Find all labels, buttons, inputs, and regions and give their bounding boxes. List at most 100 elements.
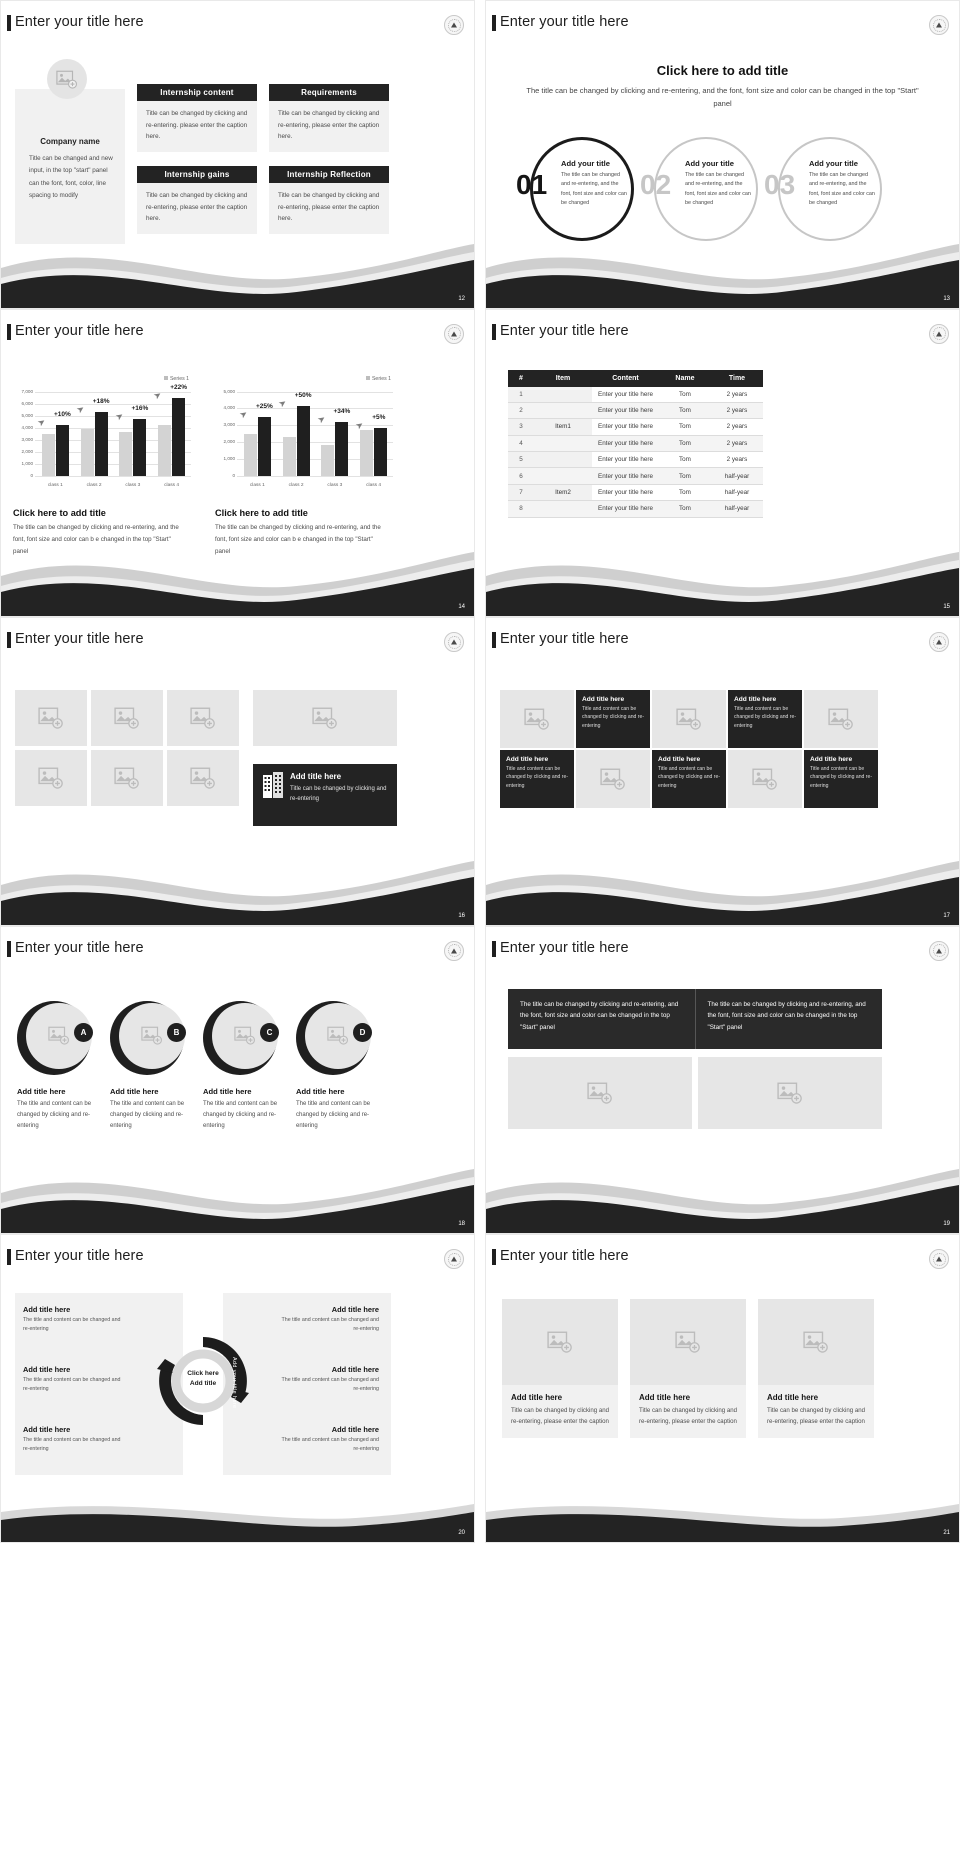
image-placeholder[interactable] — [502, 1299, 618, 1385]
compass-seal-icon — [929, 15, 949, 35]
avatar-circle[interactable]: C — [203, 1000, 279, 1075]
slide-17[interactable]: Enter your title here Add title here Titl… — [485, 617, 960, 926]
table-row[interactable]: 1 Enter your title here Tom 2 years — [508, 386, 763, 403]
slide-18[interactable]: Enter your title here A Add title here The… — [0, 925, 475, 1234]
bar-series1 — [335, 422, 349, 476]
page-number: 17 — [943, 912, 950, 919]
table-row[interactable]: 6 Enter your title here Tom half-year — [508, 467, 763, 485]
item-title: Add title here — [23, 1365, 71, 1374]
content-column[interactable]: Add title here Title can be changed by cl… — [758, 1299, 874, 1438]
image-placeholder[interactable] — [804, 690, 878, 748]
item-body: The title and content can be changed and… — [281, 1317, 379, 1332]
slide-cell-19: Enter your title here The title can be c… — [480, 925, 960, 1234]
compass-seal-icon — [444, 940, 464, 961]
content-column[interactable]: Add title here Title can be changed by cl… — [630, 1299, 746, 1438]
page-number: 16 — [458, 912, 465, 919]
text-card[interactable]: Add title here Title and content can be c… — [728, 690, 802, 748]
highlight-card[interactable]: Add title here Title can be changed by c… — [253, 764, 397, 826]
page-number: 20 — [458, 1529, 465, 1536]
image-placeholder[interactable] — [652, 690, 726, 748]
cell-index: 6 — [508, 467, 534, 485]
text-card[interactable]: Add title here Title and content can be c… — [652, 750, 726, 808]
title-accent-bar — [7, 1249, 11, 1265]
company-name: Company name — [40, 137, 100, 146]
page-title: Enter your title here — [500, 322, 629, 339]
info-card[interactable]: Internship content Title can be changed … — [137, 84, 257, 152]
item-title: Add title here — [23, 1305, 71, 1314]
slide-thumbnail-grid: Enter your title here Company name Title… — [0, 0, 960, 1543]
step-text-block: Add your title The title can be changed … — [561, 159, 627, 209]
bar-base — [158, 424, 172, 476]
text-card[interactable]: Add title here Title and content can be c… — [500, 750, 574, 808]
footer-wave — [1, 534, 474, 616]
slide-16[interactable]: Enter your title here Add title here Tit… — [0, 617, 475, 926]
cell-content[interactable]: Enter your title here — [592, 500, 659, 518]
avatar-circle[interactable]: D — [296, 1000, 372, 1075]
avatar-circle[interactable]: A — [17, 1000, 93, 1075]
item-title: Add title here — [110, 1086, 159, 1096]
table-row[interactable]: 5 Enter your title here Tom 2 years — [508, 451, 763, 469]
slide-19[interactable]: Enter your title here The title can be c… — [485, 925, 960, 1234]
cell-content[interactable]: Enter your title here — [592, 484, 659, 502]
image-placeholder[interactable] — [15, 750, 87, 806]
slide-13[interactable]: Enter your title here Click here to add … — [485, 0, 960, 309]
image-placeholder[interactable] — [167, 690, 239, 746]
image-placeholder[interactable] — [508, 1056, 692, 1129]
sub-heading: The title can be changed by clicking and… — [526, 86, 919, 108]
image-placeholder[interactable] — [500, 690, 574, 748]
info-card[interactable]: Requirements Title can be changed by cli… — [269, 84, 389, 152]
content-column[interactable]: Add title here Title can be changed by cl… — [502, 1299, 618, 1438]
text-card[interactable]: Add title here Title and content can be c… — [576, 690, 650, 748]
item-body: The title and content can be changed and… — [23, 1437, 121, 1452]
image-placeholder[interactable] — [91, 750, 163, 806]
info-card[interactable]: Internship gains Title can be changed by… — [137, 166, 257, 234]
table-row[interactable]: 8 Enter your title here Tom half-year — [508, 500, 763, 518]
image-placeholder[interactable] — [758, 1299, 874, 1385]
slide-20[interactable]: Enter your title here Add title here The … — [0, 1234, 475, 1543]
slide-cell-17: Enter your title here Add title here Titl… — [480, 617, 960, 926]
bar-group: +18% ➤ — [74, 392, 114, 476]
cell-content[interactable]: Enter your title here — [592, 467, 659, 485]
cell-index: 1 — [508, 386, 534, 403]
step-body: The title can be changed and re-entering… — [809, 172, 875, 207]
image-placeholder[interactable] — [91, 690, 163, 746]
image-placeholder[interactable] — [576, 750, 650, 808]
image-placeholder[interactable] — [167, 750, 239, 806]
cell-content[interactable]: Enter your title here — [592, 402, 659, 420]
slide-12[interactable]: Enter your title here Company name Title… — [0, 0, 475, 309]
cycle-diagram[interactable]: Click here Add title Add your title here — [153, 1331, 253, 1431]
table-row[interactable]: 2 Enter your title here Tom 2 years — [508, 402, 763, 420]
page-number: 19 — [943, 1221, 950, 1227]
avatar-circle[interactable]: B — [110, 1000, 186, 1075]
cell-content[interactable]: Enter your title here — [592, 435, 659, 453]
table-row[interactable]: 3 Item1 Enter your title here Tom 2 years — [508, 418, 763, 436]
compass-seal-icon — [929, 1249, 949, 1269]
image-placeholder[interactable] — [630, 1299, 746, 1385]
item-text-block: Add title here The title and content can … — [110, 1087, 194, 1132]
cell-content[interactable]: Enter your title here — [592, 418, 659, 436]
image-placeholder[interactable] — [15, 690, 87, 746]
data-table[interactable]: # Item Content Name Time 1 Enter your title h… — [508, 369, 763, 518]
image-placeholder[interactable] — [728, 750, 802, 808]
compass-seal-icon — [444, 15, 464, 35]
slide-14[interactable]: Enter your title here Series 1 7,000 6,00… — [0, 308, 475, 617]
dark-text-panel[interactable]: The title can be changed by clicking and… — [508, 988, 882, 1049]
text-card[interactable]: Add title here Title and content can be c… — [804, 750, 878, 808]
table-row[interactable]: 7 Item2 Enter your title here Tom half-year — [508, 484, 763, 502]
bar-annotation: +34% — [333, 408, 351, 416]
chart-legend: Series 1 — [163, 376, 189, 382]
cell-item — [534, 435, 592, 453]
image-placeholder[interactable] — [698, 1056, 882, 1129]
cell-content[interactable]: Enter your title here — [592, 451, 659, 469]
slide-15[interactable]: Enter your title here # Item Content Name Ti… — [485, 308, 960, 617]
image-placeholder-icon[interactable] — [47, 59, 87, 99]
image-placeholder[interactable] — [253, 690, 397, 746]
slide-21[interactable]: Enter your title here Add title here Titl… — [485, 1234, 960, 1543]
cell-content[interactable]: Enter your title here — [592, 386, 659, 403]
cell-time: 2 years — [710, 386, 763, 403]
info-card[interactable]: Internship Reflection Title can be chang… — [269, 166, 389, 234]
footer-wave — [1, 1460, 474, 1542]
table-row[interactable]: 4 Enter your title here Tom 2 years — [508, 435, 763, 453]
page-title: Enter your title here — [15, 631, 144, 647]
bar-base — [243, 433, 257, 476]
